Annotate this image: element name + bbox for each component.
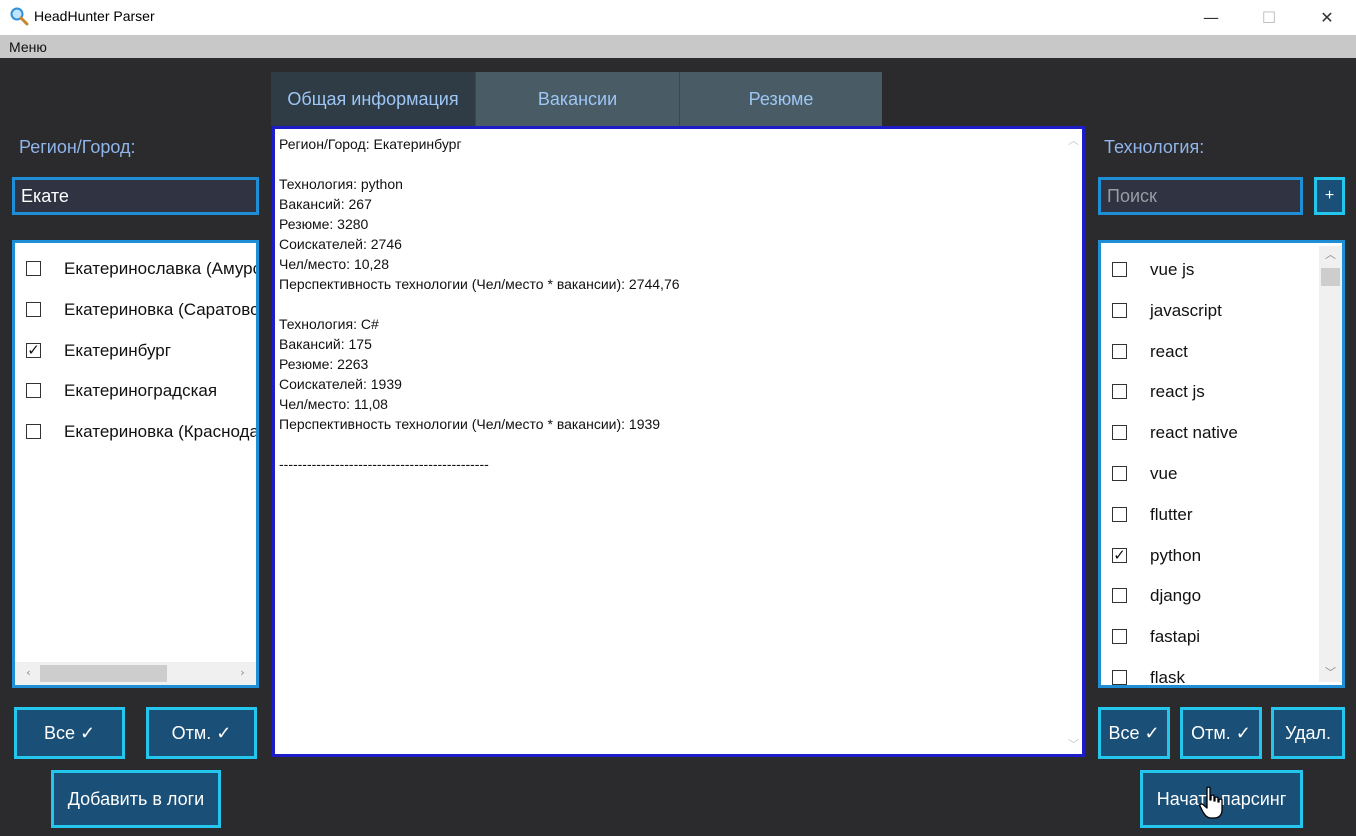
technology-search-input[interactable] [1098,177,1303,215]
menu-item-menu[interactable]: Меню [9,39,47,55]
technology-delete-button[interactable]: Удал. [1271,707,1345,759]
minimize-button[interactable]: — [1182,0,1240,35]
region-item-label: Екатериновка (Саратовская область) [64,299,259,319]
scroll-right-arrow-icon[interactable]: › [234,666,251,679]
magnifier-app-icon [10,7,29,26]
technology-item-label: react js [1150,382,1205,402]
checkbox[interactable] [1112,343,1127,359]
technology-list-item[interactable]: vue [1101,454,1316,494]
technology-list-item[interactable]: flask [1101,658,1316,687]
close-button[interactable]: ✕ [1298,0,1356,35]
scroll-up-arrow-icon[interactable]: ︿ [1322,246,1339,262]
technology-vertical-scrollbar[interactable]: ︿ ﹀ [1319,246,1342,682]
technology-deselect-all-button[interactable]: Отм. ✓ [1180,707,1262,759]
scroll-up-arrow-icon[interactable]: ︿ [1065,132,1082,148]
technology-item-label: vue [1150,464,1178,483]
region-list-item[interactable]: ✓ Екатеринбург [15,331,256,371]
log-textarea[interactable]: Регион/Город: Екатеринбург Технология: p… [272,126,1085,757]
title-bar: HeadHunter Parser — ☐ ✕ [0,0,1356,35]
window-title: HeadHunter Parser [34,8,155,24]
add-technology-button[interactable]: + [1314,177,1345,215]
vertical-scrollbar[interactable]: ︿ ﹀ [1065,129,1082,754]
region-item-label: Екатеринбург [64,340,171,360]
technology-item-label: react [1150,341,1188,361]
maximize-button[interactable]: ☐ [1240,0,1298,35]
region-item-label: Екатеринославка (Амурская область) [64,259,256,278]
checkbox[interactable] [1112,302,1127,318]
region-input[interactable] [12,177,259,215]
technology-item-label: flutter [1150,504,1193,524]
checkbox[interactable] [1112,262,1127,277]
technology-list[interactable]: vue js javascript react react js react nativ… [1098,240,1345,688]
technology-list-item[interactable]: react js [1101,372,1316,412]
region-list-item[interactable]: Екатеринославка (Амурская область) [15,249,256,289]
technology-list-item[interactable]: fastapi [1101,617,1316,657]
checkbox[interactable] [1112,506,1127,522]
technology-list-item[interactable]: react [1101,332,1316,372]
region-list-item[interactable]: Екатериноградская [15,371,256,411]
tab-general-info[interactable]: Общая информация [271,72,475,126]
technology-item-label: fastapi [1150,627,1201,647]
technology-item-label: django [1150,586,1202,606]
checkbox[interactable] [26,301,41,317]
region-select-all-button[interactable]: Все ✓ [14,707,125,759]
region-item-label: Екатериновка (Краснодарский край) [64,422,259,442]
region-list[interactable]: Екатеринославка (Амурская область) Екатер… [12,240,259,688]
region-item-label: Екатериноградская [64,381,218,401]
checkbox[interactable] [26,383,41,399]
region-list-item[interactable]: Екатериновка (Саратовская область) [15,290,256,330]
checkbox[interactable] [1112,629,1127,645]
region-label: Регион/Город: [19,137,136,157]
checkbox[interactable] [1112,588,1127,604]
technology-list-item[interactable]: ✓ python [1101,536,1316,576]
scroll-left-arrow-icon[interactable]: ‹ [20,666,37,679]
technology-list-item[interactable]: flutter [1101,495,1316,535]
technology-item-label: flask [1150,668,1185,687]
technology-item-label: javascript [1150,300,1222,320]
hand-cursor-icon [1199,786,1223,819]
technology-list-item[interactable]: react native [1101,413,1316,453]
checkbox[interactable] [26,424,41,440]
technology-item-label: react native [1150,423,1238,443]
checkbox[interactable] [1112,384,1127,400]
tab-resumes[interactable]: Резюме [679,72,882,126]
checkbox[interactable] [1112,425,1127,441]
technology-list-item[interactable]: vue js [1101,250,1316,290]
technology-select-all-button[interactable]: Все ✓ [1098,707,1170,759]
checkbox[interactable] [26,261,41,276]
checkbox-checked[interactable]: ✓ [1112,547,1127,563]
technology-list-item[interactable]: javascript [1101,291,1316,331]
checkbox[interactable] [1112,466,1127,481]
horizontal-scrollbar[interactable]: ‹ › [15,662,256,685]
checkbox-checked[interactable]: ✓ [26,342,41,358]
region-deselect-all-button[interactable]: Отм. ✓ [146,707,257,759]
technology-item-label: python [1150,545,1202,565]
technology-item-label: vue js [1150,260,1195,279]
technology-label: Технология: [1104,137,1205,157]
checkbox[interactable] [1112,670,1127,685]
region-list-item[interactable]: Екатериновка (Краснодарский край) [15,412,256,452]
scroll-down-arrow-icon[interactable]: ﹀ [1065,736,1082,752]
scrollbar-thumb[interactable] [40,665,167,682]
log-text: Регион/Город: Екатеринбург Технология: p… [279,136,680,472]
technology-list-item[interactable]: django [1101,576,1316,616]
tab-vacancies[interactable]: Вакансии [475,72,679,126]
menu-bar: Меню [0,35,1356,58]
add-to-log-button[interactable]: Добавить в логи [51,770,221,828]
scrollbar-thumb[interactable] [1321,268,1340,286]
scroll-down-arrow-icon[interactable]: ﹀ [1322,664,1339,680]
